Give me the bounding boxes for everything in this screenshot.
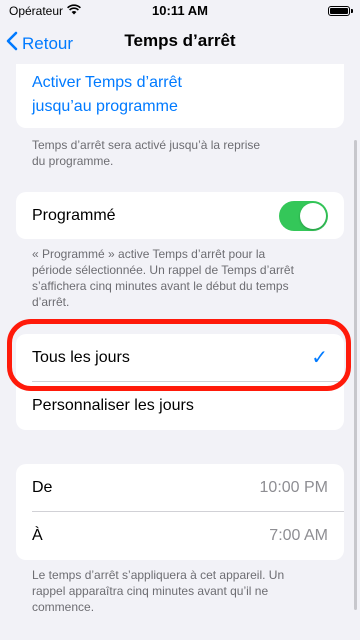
scheduled-footer: « Programmé » active Temps d’arrêt pour … <box>32 246 332 310</box>
scheduled-label: Programmé <box>32 206 116 224</box>
time-range-card: De 10:00 PM À 7:00 AM <box>16 464 344 560</box>
scheduled-footer-line: s’affichera cinq minutes avant le début … <box>32 279 289 293</box>
activate-footer-line: du programme. <box>32 154 114 168</box>
to-time-row[interactable]: À 7:00 AM <box>16 512 344 559</box>
status-time: 10:11 AM <box>152 3 208 18</box>
from-value: 10:00 PM <box>259 478 328 496</box>
to-label: À <box>32 526 43 544</box>
scheduled-footer-line: « Programmé » active Temps d’arrêt pour … <box>32 247 266 261</box>
battery-icon <box>328 6 353 16</box>
activate-line-2: jusqu’au programme <box>32 98 178 115</box>
custom-days-option[interactable]: Personnaliser les jours <box>16 382 344 429</box>
scheduled-row: Programmé <box>16 192 344 239</box>
scroll-indicator[interactable] <box>354 140 357 610</box>
status-bar: Opérateur 10:11 AM <box>0 0 360 22</box>
days-card: Tous les jours ✓ Personnaliser les jours <box>16 334 344 430</box>
activate-footer-line: Temps d’arrêt sera activé jusqu’à la rep… <box>32 138 261 152</box>
scheduled-card: Programmé <box>16 192 344 239</box>
time-footer-line: rappel apparaîtra cinq minutes avant qu’… <box>32 584 269 598</box>
scheduled-footer-line: période sélectionnée. Un rappel de Temps… <box>32 263 294 277</box>
checkmark-icon: ✓ <box>311 347 328 369</box>
time-footer: Le temps d’arrêt s’appliquera à cet appa… <box>32 567 332 615</box>
page-title: Temps d’arrêt <box>124 31 236 50</box>
activate-card: Activer Temps d’arrêt jusqu’au programme <box>16 64 344 128</box>
time-footer-line: Le temps d’arrêt s’appliquera à cet appa… <box>32 568 285 582</box>
activate-footer: Temps d’arrêt sera activé jusqu’à la rep… <box>32 137 332 169</box>
time-footer-line: commence. <box>32 600 95 614</box>
scheduled-footer-line: d’arrêt. <box>32 295 70 309</box>
scheduled-toggle[interactable] <box>279 200 328 231</box>
custom-days-label: Personnaliser les jours <box>32 396 194 414</box>
navigation-bar: Retour Temps d’arrêt <box>0 22 360 62</box>
to-value: 7:00 AM <box>269 526 328 544</box>
from-label: De <box>32 478 53 496</box>
from-time-row[interactable]: De 10:00 PM <box>16 464 344 511</box>
activate-until-schedule-button[interactable]: Activer Temps d’arrêt jusqu’au programme <box>32 71 182 119</box>
activate-line-1: Activer Temps d’arrêt <box>32 74 182 91</box>
every-day-label: Tous les jours <box>32 348 130 366</box>
every-day-option[interactable]: Tous les jours ✓ <box>16 334 344 381</box>
